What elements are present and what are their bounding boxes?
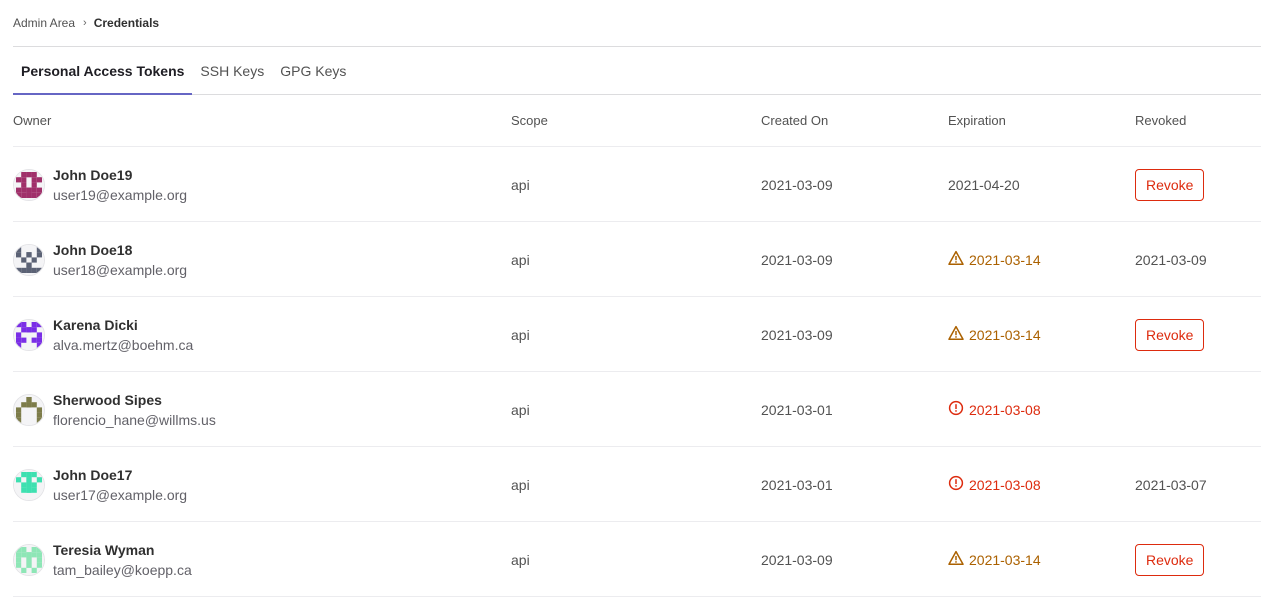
revoked-cell: 2021-03-09 [1135,222,1207,297]
column-header-created-on: Created On [761,113,829,128]
owner-email: tam_bailey@koepp.ca [53,561,192,578]
credentials-tabs: Personal Access Tokens SSH Keys GPG Keys [13,47,1261,95]
created-on-cell: 2021-03-09 [761,551,833,568]
table-row: John Doe19 user19@example.org api 2021-0… [13,147,1261,222]
revoked-cell: 2021-03-07 [1135,447,1207,522]
scope-cell: api [511,476,530,493]
scope-cell: api [511,176,530,193]
expiration-date: 2021-03-14 [969,551,1041,568]
owner-cell: John Doe18 user18@example.org [13,222,187,297]
error-icon [948,475,964,491]
error-icon [948,400,964,416]
expiration-cell: 2021-03-08 [948,447,1041,522]
expiration-cell: 2021-03-14 [948,297,1041,372]
identicon-avatar[interactable] [13,468,45,501]
owner-email: user18@example.org [53,261,188,278]
expiration-cell: 2021-03-08 [948,372,1041,447]
owner-cell: Teresia Wyman tam_bailey@koepp.ca [13,522,192,597]
scope-cell: api [511,401,530,418]
warning-icon [948,325,969,344]
identicon-avatar[interactable] [13,393,45,426]
owner-name[interactable]: Karena Dicki [53,315,193,335]
owner-cell: John Doe17 user17@example.org [13,447,187,522]
table-header: Owner Scope Created On Expiration Revoke… [13,95,1261,147]
identicon-avatar[interactable] [13,168,45,201]
created-on-cell: 2021-03-01 [761,401,833,418]
table-row: Karena Dicki alva.mertz@boehm.ca api 202… [13,297,1261,372]
identicon-avatar[interactable] [13,243,45,276]
breadcrumb-admin-area-link[interactable]: Admin Area [13,16,75,30]
column-header-expiration: Expiration [948,113,1006,128]
warning-icon [948,325,964,340]
identicon-avatar[interactable] [13,318,45,351]
tab-personal-access-tokens[interactable]: Personal Access Tokens [13,47,193,95]
error-icon [948,400,969,419]
revoke-button[interactable]: Revoke [1135,543,1205,576]
expiration-date: 2021-03-14 [969,251,1041,268]
warning-icon [948,250,969,269]
expiration-date: 2021-03-08 [969,401,1041,418]
breadcrumb-current: Credentials [93,16,160,30]
revoked-date: 2021-03-09 [1135,251,1207,268]
owner-cell: John Doe19 user19@example.org [13,147,187,222]
owner-name[interactable]: Teresia Wyman [53,540,192,560]
column-header-owner: Owner [13,113,52,128]
identicon-avatar[interactable] [13,543,45,576]
error-icon [948,475,969,494]
warning-icon [948,550,964,565]
owner-name[interactable]: John Doe19 [53,165,187,185]
owner-email: florencio_hane@willms.us [53,411,216,428]
revoked-date: 2021-03-07 [1135,476,1207,493]
scope-cell: api [511,551,530,568]
scope-cell: api [511,326,530,343]
expiration-date: 2021-03-14 [969,326,1041,343]
owner-email: alva.mertz@boehm.ca [53,336,194,353]
table-row: John Doe18 user18@example.org api 2021-0… [13,222,1261,297]
created-on-cell: 2021-03-09 [761,176,833,193]
expiration-date: 2021-03-08 [969,476,1041,493]
created-on-cell: 2021-03-01 [761,476,833,493]
owner-cell: Sherwood Sipes florencio_hane@willms.us [13,372,216,447]
expiration-date: 2021-04-20 [948,176,1020,193]
created-on-cell: 2021-03-09 [761,251,833,268]
table-row: Teresia Wyman tam_bailey@koepp.ca api 20… [13,522,1261,597]
owner-cell: Karena Dicki alva.mertz@boehm.ca [13,297,193,372]
revoke-button[interactable]: Revoke [1135,318,1205,351]
tab-gpg-keys[interactable]: GPG Keys [272,47,354,94]
expiration-cell: 2021-03-14 [948,522,1041,597]
tab-ssh-keys[interactable]: SSH Keys [192,47,272,94]
scope-cell: api [511,251,530,268]
owner-name[interactable]: John Doe18 [53,240,187,260]
owner-name[interactable]: John Doe17 [53,465,187,485]
revoked-cell: Revoke [1135,297,1205,372]
owner-email: user17@example.org [53,486,188,503]
revoked-cell: Revoke [1135,147,1205,222]
expiration-cell: 2021-04-20 [948,147,1020,222]
table-row: John Doe17 user17@example.org api 2021-0… [13,447,1261,522]
revoke-button[interactable]: Revoke [1135,168,1205,201]
table-body: John Doe19 user19@example.org api 2021-0… [13,147,1261,597]
revoked-cell: Revoke [1135,522,1205,597]
column-header-revoked: Revoked [1135,113,1187,128]
owner-name[interactable]: Sherwood Sipes [53,390,216,410]
warning-icon [948,250,964,265]
chevron-right-icon: › [83,17,87,29]
breadcrumb: Admin Area › Credentials [13,14,159,32]
column-header-scope: Scope [511,113,548,128]
table-row: Sherwood Sipes florencio_hane@willms.us … [13,372,1261,447]
warning-icon [948,550,969,569]
tokens-table: Owner Scope Created On Expiration Revoke… [13,95,1261,597]
created-on-cell: 2021-03-09 [761,326,833,343]
expiration-cell: 2021-03-14 [948,222,1041,297]
owner-email: user19@example.org [53,186,188,203]
